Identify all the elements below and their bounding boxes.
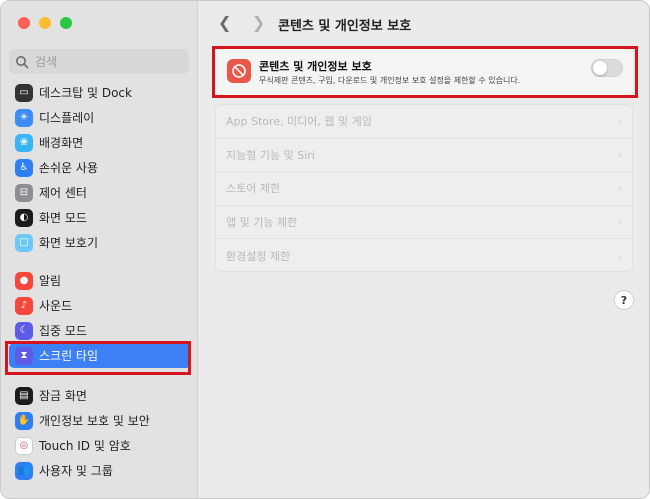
sidebar-highlight-frame [5,341,191,375]
restriction-row-label: 환경설정 제한 [226,250,291,264]
window-controls [18,17,72,29]
sidebar-item-label: 잠금 화면 [39,389,87,403]
restriction-row[interactable]: 스토어 제한 › [216,172,632,206]
chevron-right-icon: › [617,114,622,128]
lock-screen-icon: ▤ [15,386,33,405]
zoom-button[interactable] [60,17,72,29]
search-icon [16,55,29,68]
restriction-row[interactable]: 앱 및 기능 제한 › [216,206,632,240]
sidebar-item[interactable]: ◎ Touch ID 및 암호 [9,433,191,458]
sidebar-item[interactable]: ● 알림 [9,268,191,293]
chevron-right-icon: › [617,215,622,229]
card-highlight-frame [212,46,638,98]
accessibility-icon: ♿ [15,158,33,177]
restriction-row-label: 지능형 기능 및 Siri [226,148,315,162]
sidebar-item[interactable]: ☾ 집중 모드 [9,318,191,343]
chevron-right-icon: › [617,249,622,263]
search-placeholder: 검색 [35,55,58,69]
sidebar-group-security: ▤ 잠금 화면 ✋ 개인정보 보호 및 보안 ◎ Touch ID 및 암호 👥 사용자 및 … [9,383,191,483]
sidebar-item[interactable]: ✋ 개인정보 보호 및 보안 [9,408,191,433]
restriction-row[interactable]: App Store, 미디어, 웹 및 게임 › [216,105,632,139]
sidebar-item[interactable]: ❀ 배경화면 [9,130,191,155]
page-title: 콘텐츠 및 개인정보 보호 [278,19,412,34]
dock-icon: ▭ [15,83,33,102]
appearance-icon: ◐ [15,208,33,227]
toolbar: ❮ ❯ 콘텐츠 및 개인정보 보호 [198,1,649,45]
sidebar-item-label: 화면 모드 [39,211,87,225]
sidebar-item[interactable]: ▤ 잠금 화면 [9,383,191,408]
chevron-right-icon: › [617,148,622,162]
sidebar-item-label: 제어 센터 [39,186,87,200]
restriction-row-label: 스토어 제한 [226,182,281,196]
fingerprint-icon: ◎ [15,436,33,455]
sidebar-item[interactable]: ⊟ 제어 센터 [9,180,191,205]
sidebar-item-label: 개인정보 보호 및 보안 [39,414,150,428]
sidebar-item-label: 사운드 [39,299,73,313]
focus-icon: ☾ [15,321,33,340]
display-icon: ☀ [15,108,33,127]
sidebar-item-label: 집중 모드 [39,324,87,338]
users-icon: 👥 [15,461,33,480]
sidebar-item-label: 배경화면 [39,136,84,150]
wallpaper-icon: ❀ [15,133,33,152]
sidebar-group-desktop: ▭ 데스크탑 및 Dock ☀ 디스플레이 ❀ 배경화면 ♿ 손쉬운 사용 ⊟ 제어 센터 ◐ 화면 … [9,80,191,255]
restrictions-list: App Store, 미디어, 웹 및 게임 › 지능형 기능 및 Siri › 스토어… [215,104,633,272]
control-center-icon: ⊟ [15,183,33,202]
notifications-icon: ● [15,271,33,290]
chevron-right-icon: › [617,181,622,195]
sidebar-item-label: 알림 [39,274,62,288]
sidebar-item[interactable]: ♿ 손쉬운 사용 [9,155,191,180]
search-field[interactable]: 검색 [9,49,189,74]
hand-icon: ✋ [15,411,33,430]
sidebar-item-label: 데스크탑 및 Dock [39,86,132,100]
sidebar-item[interactable]: ◐ 화면 모드 [9,205,191,230]
settings-window: 검색 ▭ 데스크탑 및 Dock ☀ 디스플레이 ❀ 배경화면 ♿ 손쉬운 사용 ⊟ 제어 센터 ◐… [0,0,650,499]
sidebar-item[interactable]: 👥 사용자 및 그룹 [9,458,191,483]
sidebar-item-label: 디스플레이 [39,111,95,125]
restriction-row[interactable]: 지능형 기능 및 Siri › [216,139,632,173]
sidebar-item[interactable]: ☀ 디스플레이 [9,105,191,130]
restriction-row-label: App Store, 미디어, 웹 및 게임 [226,115,372,129]
restriction-row-label: 앱 및 기능 제한 [226,216,298,230]
sidebar: 검색 ▭ 데스크탑 및 Dock ☀ 디스플레이 ❀ 배경화면 ♿ 손쉬운 사용 ⊟ 제어 센터 ◐… [1,1,198,498]
sidebar-item-label: 손쉬운 사용 [39,161,99,175]
sidebar-item[interactable]: ▢ 화면 보호기 [9,230,191,255]
help-button[interactable]: ? [614,290,634,310]
back-icon[interactable]: ❮ [218,13,231,32]
sidebar-item[interactable]: ♪ 사운드 [9,293,191,318]
screensaver-icon: ▢ [15,233,33,252]
restriction-row[interactable]: 환경설정 제한 › [216,239,632,273]
close-button[interactable] [18,17,30,29]
sidebar-item-label: Touch ID 및 암호 [39,439,131,453]
sound-icon: ♪ [15,296,33,315]
sidebar-item[interactable]: ▭ 데스크탑 및 Dock [9,80,191,105]
sidebar-item-label: 화면 보호기 [39,236,99,250]
minimize-button[interactable] [39,17,51,29]
sidebar-item-label: 사용자 및 그룹 [39,464,113,478]
forward-icon[interactable]: ❯ [252,13,265,32]
